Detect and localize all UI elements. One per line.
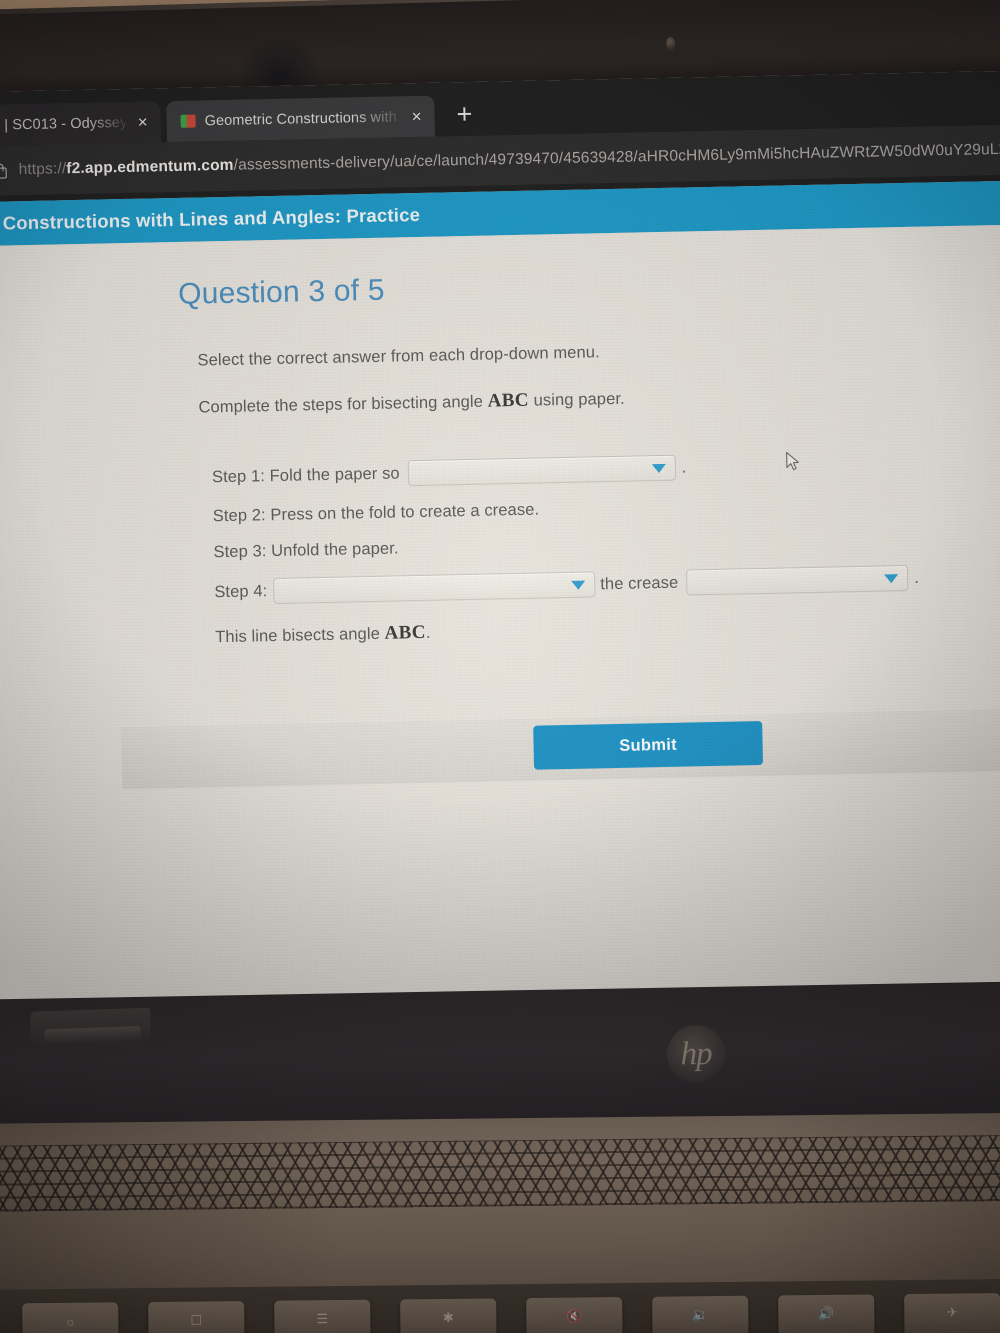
instruction-text-after: using paper.	[528, 389, 625, 410]
url-scheme: https://	[18, 160, 67, 179]
keyboard-key[interactable]: ☼	[22, 1302, 119, 1333]
step-1-row: Step 1: Fold the paper so .	[212, 448, 1000, 491]
key-glyph-keyboard-icon: ☰	[316, 1311, 329, 1327]
url-text: https://f2.app.edmentum.com/assessments-…	[18, 140, 1000, 179]
browser-chrome: oard | SC013 - Odyssey O × Geometric Con…	[0, 70, 1000, 202]
hp-logo: hp	[666, 1024, 726, 1084]
instruction-complete-steps: Complete the steps for bisecting angle A…	[198, 380, 1000, 419]
key-glyph-volume-up-icon: 🔊	[818, 1305, 835, 1322]
step-2-row: Step 2: Press on the fold to create a cr…	[213, 491, 1000, 527]
lock-icon	[0, 163, 5, 178]
browser-tab-dashboard[interactable]: oard | SC013 - Odyssey O ×	[0, 101, 162, 147]
tab-title: Geometric Constructions with Li	[204, 108, 400, 129]
closing-text-before: This line bisects angle	[215, 624, 385, 647]
webcam-icon	[665, 36, 676, 51]
angle-label-abc: ABC	[487, 389, 530, 412]
submit-footer-bar: Submit	[121, 708, 1000, 790]
instruction-text-before: Complete the steps for bisecting angle	[198, 392, 488, 417]
key-glyph-brightness-icon: ☼	[64, 1313, 77, 1329]
keyboard-key[interactable]: 🔉	[652, 1295, 749, 1333]
page-title: Constructions with Lines and Angles: Pra…	[2, 203, 421, 234]
closing-statement: This line bisects angle ABC.	[215, 610, 1000, 649]
chevron-down-icon	[571, 580, 586, 590]
step-4-middle-text: the crease	[600, 573, 679, 593]
keyboard-key[interactable]: ✱	[400, 1298, 497, 1333]
laptop-screen: oard | SC013 - Odyssey O × Geometric Con…	[0, 70, 1000, 1022]
key-glyph-volume-down-icon: 🔉	[692, 1307, 709, 1323]
keyboard-key[interactable]: ☰	[274, 1299, 371, 1333]
step-4-dropdown-2[interactable]	[686, 564, 909, 596]
keyboard-key[interactable]: ☐	[148, 1301, 245, 1333]
chevron-down-icon	[884, 573, 899, 583]
keyboard-key[interactable]: 🔊	[778, 1294, 875, 1333]
step-3-label: Step 3: Unfold the paper.	[213, 539, 399, 562]
key-glyph-mute-icon: 🔇	[566, 1308, 583, 1324]
mouse-pointer-icon	[786, 451, 799, 471]
angle-label-abc: ABC	[384, 621, 427, 644]
step-2-label: Step 2: Press on the fold to create a cr…	[212, 500, 540, 526]
tab-close-icon[interactable]: ×	[408, 107, 424, 126]
instruction-select-answer: Select the correct answer from each drop…	[197, 343, 600, 370]
browser-tab-geometric-constructions[interactable]: Geometric Constructions with Li ×	[166, 95, 436, 143]
step-1-period: .	[681, 457, 687, 477]
step-3-row: Step 3: Unfold the paper.	[213, 527, 1000, 563]
step-4-dropdown-1[interactable]	[273, 571, 596, 605]
submit-button[interactable]: Submit	[533, 720, 764, 770]
assessment-body: Question 3 of 5 Select the correct answe…	[0, 224, 1000, 1022]
url-path: /assessments-delivery/ua/ce/launch/49739…	[233, 140, 1000, 174]
key-glyph-star-icon: ✱	[442, 1309, 454, 1325]
edmentum-favicon-icon	[180, 114, 196, 128]
step-1-label: Step 1: Fold the paper so	[211, 463, 400, 486]
new-tab-button[interactable]: +	[456, 99, 472, 129]
steps-list: Step 1: Fold the paper so . Step 2: Pres…	[212, 448, 1000, 648]
tab-title: oard | SC013 - Odyssey O	[0, 114, 126, 133]
step-1-dropdown[interactable]	[407, 454, 676, 487]
keyboard-key[interactable]: ✈	[904, 1293, 1000, 1333]
key-glyph-display-icon: ☐	[190, 1312, 203, 1328]
url-host: f2.app.edmentum.com	[66, 156, 234, 178]
keyboard-key[interactable]: 🔇	[526, 1297, 623, 1333]
laptop-photo: oard | SC013 - Odyssey O × Geometric Con…	[0, 0, 1000, 1333]
step-4-row: Step 4: the crease .	[214, 563, 1000, 606]
question-content: Question 3 of 5 Select the correct answe…	[178, 261, 1000, 649]
step-4-label: Step 4:	[214, 581, 268, 601]
step-4-period: .	[914, 568, 920, 587]
closing-text-after: .	[425, 623, 431, 642]
key-glyph-airplane-icon: ✈	[946, 1304, 958, 1320]
question-number-heading: Question 3 of 5	[177, 273, 385, 311]
chevron-down-icon	[651, 463, 666, 473]
tab-close-icon[interactable]: ×	[135, 113, 151, 132]
